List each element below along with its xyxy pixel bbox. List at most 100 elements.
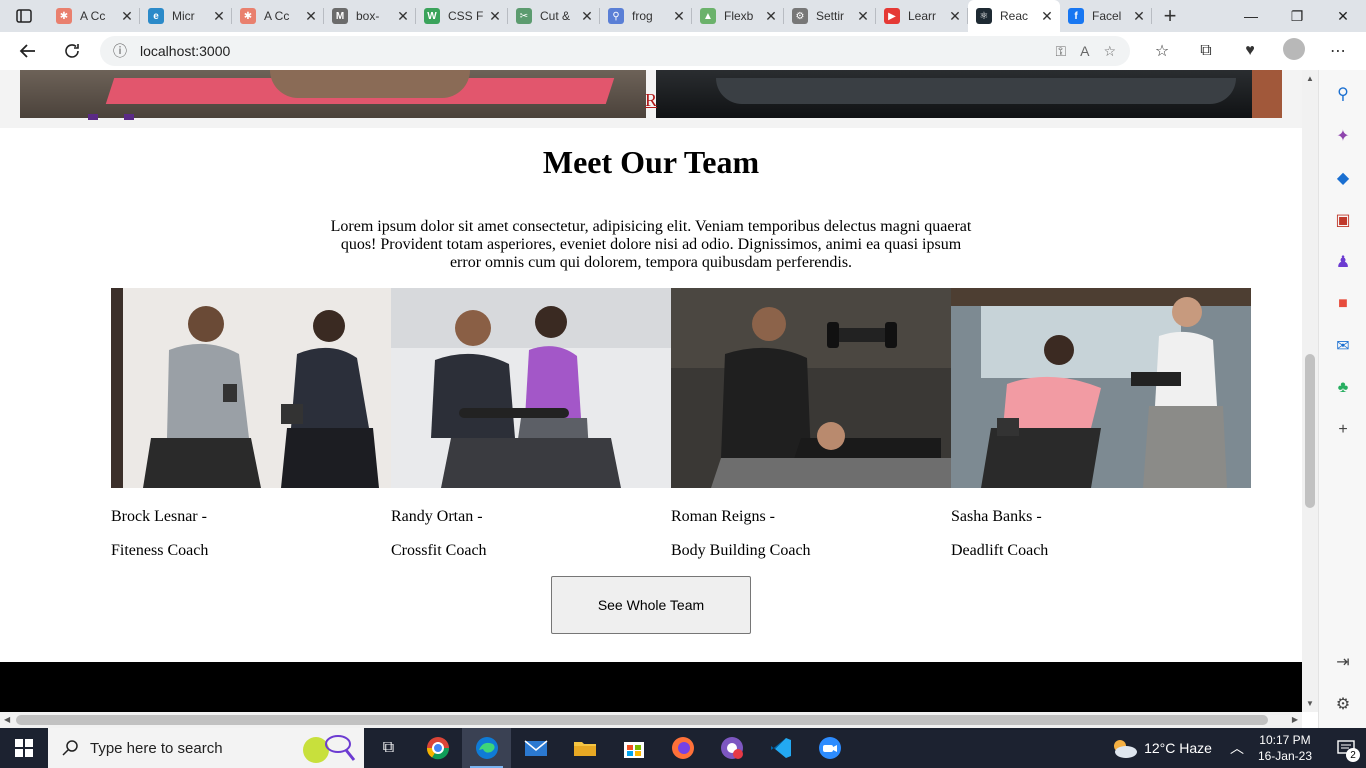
hide-sidebar-icon[interactable]: ⇥ (1333, 652, 1353, 672)
edge-icon (475, 737, 498, 759)
read-aloud-icon[interactable]: A (1080, 43, 1089, 60)
outlook-icon[interactable]: ✉ (1333, 336, 1353, 356)
tab-favicon-icon: ✱ (240, 8, 256, 24)
tray-chevron-icon[interactable]: ︿ (1230, 738, 1244, 758)
shopping-tag-icon[interactable]: ◆ (1333, 168, 1353, 188)
taskbar-mail[interactable] (511, 728, 560, 768)
address-bar[interactable]: ⓘ localhost:3000 ⚿ A ☆ (100, 36, 1130, 66)
taskbar-file-explorer[interactable] (560, 728, 609, 768)
coach-photo (111, 288, 391, 488)
task-view-icon: ⧉ (382, 739, 395, 756)
browser-tab[interactable]: ▶ Learr ✕ (876, 0, 968, 32)
taskbar-search-placeholder[interactable]: Type here to search (90, 740, 223, 757)
collections-icon[interactable]: ⧉ (1184, 42, 1228, 60)
browser-tab-strip: ✱ A Cc ✕ e Micr ✕ ✱ A Cc ✕ Mbox- ✕ W CSS F ✕ ✂ Cut & ✕ ⚲ f… (0, 0, 1366, 32)
taskbar-chrome-profile[interactable] (707, 728, 756, 768)
coach-role: Body Building Coach (671, 542, 811, 559)
chrome-icon (426, 737, 449, 760)
browser-tab[interactable]: ✂ Cut & ✕ (508, 0, 600, 32)
task-view-button[interactable]: ⧉ (364, 728, 413, 768)
see-whole-team-button[interactable]: See Whole Team (551, 576, 751, 634)
tools-icon[interactable]: ▣ (1333, 210, 1353, 230)
tab-close-icon[interactable]: ✕ (856, 8, 870, 25)
key-icon[interactable]: ⚿ (1055, 43, 1066, 60)
team-card: Brock Lesnar - Fiteness Coach (111, 288, 391, 559)
scroll-right-icon[interactable]: ▶ (1292, 715, 1298, 724)
tab-close-icon[interactable]: ✕ (304, 8, 318, 25)
window-controls: — ❐ ✕ (1228, 0, 1366, 32)
close-window-button[interactable]: ✕ (1320, 0, 1366, 32)
address-url[interactable]: localhost:3000 (140, 43, 230, 59)
tab-close-icon[interactable]: ✕ (396, 8, 410, 25)
browser-tab[interactable]: e Micr ✕ (140, 0, 232, 32)
weather-widget[interactable]: 12°C Haze (1110, 737, 1212, 759)
back-button[interactable] (6, 32, 50, 70)
horizontal-scroll-thumb[interactable] (16, 715, 1268, 725)
search-icon[interactable]: ⚲ (1333, 84, 1353, 104)
tree-icon[interactable]: ♣ (1333, 378, 1353, 398)
browser-tab[interactable]: ⚲ frog ✕ (600, 0, 692, 32)
taskbar-store[interactable] (609, 728, 658, 768)
taskbar-edge[interactable] (462, 728, 511, 768)
hero-section: R (0, 70, 1302, 128)
scroll-down-icon[interactable]: ▼ (1306, 699, 1314, 708)
restore-button[interactable]: ❐ (1274, 0, 1320, 32)
footer-section (0, 662, 1302, 712)
tab-title: Facel (1092, 9, 1122, 23)
horizontal-scrollbar[interactable]: ◀ ▶ (0, 712, 1302, 728)
refresh-button[interactable] (50, 32, 94, 70)
more-menu-icon[interactable]: ⋯ (1316, 41, 1360, 61)
taskbar-search[interactable]: Type here to search (48, 728, 364, 768)
tab-close-icon[interactable]: ✕ (672, 8, 686, 25)
tab-close-icon[interactable]: ✕ (1132, 8, 1146, 25)
coach-name: Brock Lesnar - (111, 508, 207, 525)
tab-close-icon[interactable]: ✕ (212, 8, 226, 25)
tab-close-icon[interactable]: ✕ (120, 8, 134, 25)
tab-close-icon[interactable]: ✕ (948, 8, 962, 25)
scroll-left-icon[interactable]: ◀ (4, 715, 10, 724)
browser-tab[interactable]: ✱ A Cc ✕ (232, 0, 324, 32)
hero-link[interactable]: R (645, 90, 657, 111)
taskbar-clock[interactable]: 10:17 PM 16-Jan-23 (1258, 732, 1312, 764)
minimize-button[interactable]: — (1228, 0, 1274, 32)
tab-title: Learr (908, 9, 937, 23)
taskbar-chrome[interactable] (413, 728, 462, 768)
coach-role: Deadlift Coach (951, 542, 1049, 559)
browser-tab[interactable]: Mbox- ✕ (324, 0, 416, 32)
notifications-button[interactable]: 2 (1326, 728, 1366, 768)
browser-tab[interactable]: ⚛ Reac ✕ (968, 0, 1060, 32)
site-info-icon[interactable]: ⓘ (100, 41, 140, 61)
favorites-icon[interactable]: ☆ (1140, 41, 1184, 61)
taskbar-zoom[interactable] (805, 728, 854, 768)
copilot-icon[interactable]: ✦ (1333, 126, 1353, 146)
tab-close-icon[interactable]: ✕ (580, 8, 594, 25)
tab-actions-icon (16, 9, 32, 23)
taskbar-firefox[interactable] (658, 728, 707, 768)
browser-tab[interactable]: ⚙ Settir ✕ (784, 0, 876, 32)
health-icon[interactable]: ♥ (1228, 42, 1272, 60)
add-favorite-icon[interactable]: ☆ (1103, 43, 1116, 60)
tab-close-icon[interactable]: ✕ (488, 8, 502, 25)
new-tab-button[interactable]: + (1152, 0, 1188, 32)
browser-tab[interactable]: ▲ Flexb ✕ (692, 0, 784, 32)
clock-date: 16-Jan-23 (1257, 749, 1312, 763)
add-sidebar-app-icon[interactable]: + (1333, 420, 1353, 440)
tab-favicon-icon: ▶ (884, 8, 900, 24)
vertical-scroll-thumb[interactable] (1305, 354, 1315, 508)
browser-tab[interactable]: W CSS F ✕ (416, 0, 508, 32)
tab-favicon-icon: M (332, 8, 348, 24)
browser-tab[interactable]: f Facel ✕ (1060, 0, 1152, 32)
start-button[interactable] (0, 728, 48, 768)
browser-tab[interactable]: ✱ A Cc ✕ (48, 0, 140, 32)
tab-title: A Cc (264, 9, 290, 23)
taskbar-vscode[interactable] (756, 728, 805, 768)
office-icon[interactable]: ■ (1333, 294, 1353, 314)
tab-close-icon[interactable]: ✕ (764, 8, 778, 25)
vertical-scrollbar[interactable]: ▲ ▼ (1302, 70, 1318, 712)
profile-avatar[interactable] (1272, 37, 1316, 65)
tab-close-icon[interactable]: ✕ (1040, 8, 1054, 25)
settings-gear-icon[interactable]: ⚙ (1333, 694, 1353, 714)
tab-actions-button[interactable] (0, 0, 48, 32)
games-icon[interactable]: ♟ (1333, 252, 1353, 272)
scroll-up-icon[interactable]: ▲ (1306, 74, 1314, 83)
